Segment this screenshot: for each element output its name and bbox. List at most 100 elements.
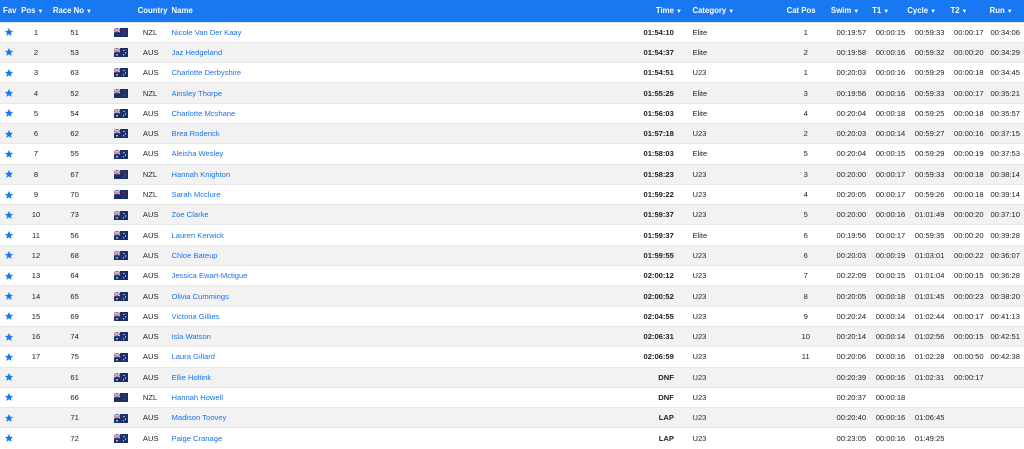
favorite-star-icon[interactable]	[0, 366, 22, 388]
athlete-name-link[interactable]: Charlotte Derbyshire	[171, 62, 326, 83]
athlete-name-link[interactable]: Isla Watson	[172, 332, 211, 341]
athlete-name-link[interactable]: Laura Gillard	[172, 352, 215, 361]
favorite-star-icon[interactable]	[0, 122, 22, 144]
country-cell: AUS	[142, 244, 172, 266]
athlete-name-link[interactable]: Victoria Gillies	[171, 305, 326, 327]
athlete-name-link[interactable]: Hannah Knighton	[172, 170, 231, 179]
favorite-star-icon[interactable]	[0, 41, 22, 63]
favorite-star-icon[interactable]	[0, 325, 22, 347]
country-cell: AUS	[142, 224, 172, 246]
athlete-name-link[interactable]: Olivia Cummings	[171, 285, 326, 307]
athlete-name-link[interactable]: Brea Roderick	[171, 122, 326, 144]
athlete-name-link[interactable]: Zoe Clarke	[172, 210, 209, 219]
col-swim[interactable]: Swim ▼	[827, 0, 866, 22]
athlete-name-link[interactable]: Sarah Mcclure	[172, 190, 221, 199]
athlete-name-link[interactable]: Lauren Kerwick	[172, 231, 224, 240]
country-cell: AUS	[142, 122, 172, 144]
favorite-star-icon[interactable]	[0, 62, 22, 83]
athlete-name-link[interactable]: Brea Roderick	[172, 129, 220, 138]
athlete-name-link[interactable]: Charlotte Mcshane	[171, 102, 326, 124]
athlete-name-link[interactable]: Victoria Gillies	[172, 312, 220, 321]
favorite-star-icon[interactable]	[0, 163, 22, 185]
athlete-name-link[interactable]: Ellie Holtink	[172, 373, 212, 382]
flag-icon	[98, 325, 143, 347]
swim-cell: 00:23:05	[826, 427, 867, 449]
cat-pos-cell: 4	[784, 183, 827, 205]
athlete-name-link[interactable]: Charlotte Derbyshire	[172, 68, 242, 77]
col-t1[interactable]: T1 ▼	[866, 0, 905, 22]
athlete-name-link[interactable]: Ainsley Thorpe	[172, 89, 223, 98]
t1-cell: 00:00:16	[866, 366, 906, 388]
flag-icon	[113, 210, 128, 220]
swim-cell: 00:20:00	[826, 163, 867, 185]
time-cell: 01:54:37	[325, 41, 682, 63]
athlete-name-link[interactable]: Madison Toovey	[172, 413, 227, 422]
favorite-star-icon[interactable]	[0, 285, 22, 307]
athlete-name-link[interactable]: Charlotte Mcshane	[172, 109, 236, 118]
swim-cell: 00:20:03	[826, 122, 867, 144]
favorite-star-icon[interactable]	[0, 143, 22, 165]
favorite-star-icon[interactable]	[0, 427, 22, 449]
cat-pos-cell	[784, 386, 827, 408]
athlete-name-link[interactable]: Ellie Holtink	[171, 366, 326, 388]
favorite-star-icon[interactable]	[0, 82, 22, 104]
athlete-name-link[interactable]: Aleisha Wesley	[171, 143, 326, 165]
category-cell: U23	[692, 62, 785, 83]
col-t2[interactable]: T2 ▼	[944, 0, 983, 22]
favorite-star-icon[interactable]	[0, 244, 22, 266]
athlete-name-link[interactable]: Aleisha Wesley	[172, 149, 224, 158]
athlete-name-link[interactable]: Jessica Ewart-Mctigue	[172, 271, 248, 280]
cat-pos-cell: 9	[784, 305, 827, 327]
athlete-name-link[interactable]: Jaz Hedgeland	[171, 41, 326, 63]
race-no-cell: 69	[50, 305, 99, 327]
athlete-name-link[interactable]: Olivia Cummings	[172, 292, 229, 301]
run-cell: 00:37:15	[983, 122, 1024, 144]
athlete-name-link[interactable]: Ainsley Thorpe	[171, 82, 326, 104]
athlete-name-link[interactable]: Jaz Hedgeland	[172, 48, 223, 57]
athlete-name-link[interactable]: Jessica Ewart-Mctigue	[171, 265, 326, 286]
favorite-star-icon[interactable]	[0, 305, 22, 327]
athlete-name-link[interactable]: Madison Toovey	[171, 407, 326, 428]
athlete-name-link[interactable]: Hannah Howell	[172, 393, 224, 402]
athlete-name-link[interactable]: Chloe Bateup	[172, 251, 218, 260]
col-time[interactable]: Time ▼	[325, 0, 682, 22]
favorite-star-icon[interactable]	[0, 224, 22, 246]
col-run[interactable]: Run ▼	[984, 0, 1024, 22]
country-cell: AUS	[142, 346, 172, 368]
athlete-name-link[interactable]: Hannah Howell	[171, 386, 326, 408]
athlete-name-link[interactable]: Nicole Van Der Kaay	[171, 21, 326, 43]
time-cell: 01:55:25	[325, 82, 682, 104]
favorite-star-icon[interactable]	[0, 21, 22, 43]
swim-cell: 00:19:57	[826, 21, 867, 43]
favorite-star-icon[interactable]	[0, 265, 22, 286]
athlete-name-link[interactable]: Laura Gillard	[171, 346, 326, 368]
t2-cell	[944, 386, 984, 408]
col-category[interactable]: Category ▼	[692, 0, 784, 22]
athlete-name-link[interactable]: Zoe Clarke	[171, 204, 326, 225]
col-fav: Fav	[3, 6, 17, 16]
athlete-name-link[interactable]: Isla Watson	[171, 325, 326, 347]
table-row: 11 56 AUS Lauren Kerwick 01:59:37 Elite …	[0, 224, 1024, 246]
col-pos[interactable]: Pos ▼	[21, 0, 51, 22]
flag-icon	[98, 122, 143, 144]
favorite-star-icon[interactable]	[0, 386, 22, 408]
race-no-cell: 72	[50, 427, 99, 449]
athlete-name-link[interactable]: Hannah Knighton	[171, 163, 326, 185]
athlete-name-link[interactable]: Chloe Bateup	[171, 244, 326, 266]
favorite-star-icon[interactable]	[0, 204, 22, 225]
athlete-name-link[interactable]: Paige Cranage	[172, 434, 223, 443]
table-row: 12 68 AUS Chloe Bateup 01:59:55 U23 6 00…	[0, 244, 1024, 266]
athlete-name-link[interactable]: Paige Cranage	[171, 427, 326, 449]
favorite-star-icon[interactable]	[0, 346, 22, 368]
athlete-name-link[interactable]: Nicole Van Der Kaay	[172, 28, 242, 37]
col-cycle[interactable]: Cycle ▼	[905, 0, 944, 22]
athlete-name-link[interactable]: Sarah Mcclure	[171, 183, 326, 205]
favorite-star-icon[interactable]	[0, 407, 22, 428]
favorite-star-icon[interactable]	[0, 102, 22, 124]
athlete-name-link[interactable]: Lauren Kerwick	[171, 224, 326, 246]
cat-pos-cell	[784, 427, 827, 449]
pos-cell: 15	[21, 305, 51, 327]
favorite-star-icon[interactable]	[0, 183, 22, 205]
t1-cell: 00:00:16	[866, 62, 906, 83]
col-race-no[interactable]: Race No ▼	[51, 0, 99, 22]
